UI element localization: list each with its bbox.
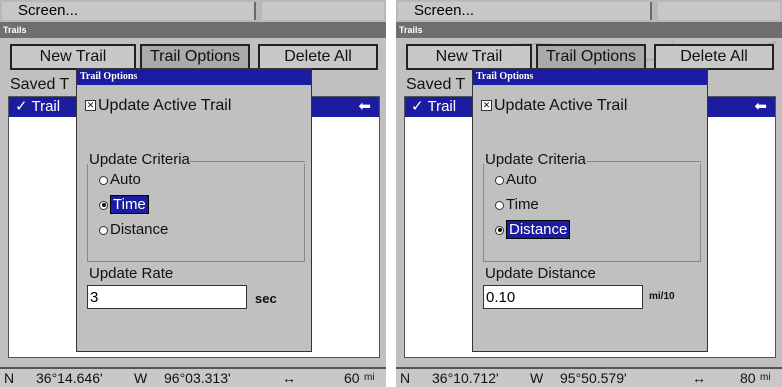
- radio-time[interactable]: Time: [495, 196, 539, 213]
- left-panel: Screen... Trails New Trail Trail Options…: [0, 0, 386, 387]
- delete-all-button[interactable]: Delete All: [258, 44, 378, 70]
- dialog-title: Trail Options: [473, 69, 707, 85]
- radio-distance-label: Distance: [110, 221, 169, 238]
- trail-options-dialog: Trail Options ✕ Update Active Trail Updat…: [76, 68, 312, 352]
- check-icon: ✓: [15, 98, 28, 115]
- update-distance-unit: mi/10: [649, 291, 675, 302]
- saved-trails-label: Saved T: [10, 76, 70, 93]
- active-arrow-icon: ⬅: [754, 98, 767, 115]
- radio-dot-icon: [99, 175, 108, 185]
- radio-time[interactable]: Time: [99, 195, 149, 214]
- screen-menu-empty: [658, 2, 780, 20]
- right-panel: Screen... Trails New Trail Trail Options…: [396, 0, 782, 387]
- lat-hemisphere: N: [4, 370, 15, 386]
- checkbox-checked-icon: ✕: [481, 100, 492, 112]
- dialog-title: Trail Options: [77, 69, 311, 85]
- latitude: 36°14.646': [36, 370, 103, 386]
- update-rate-label: Update Rate: [89, 265, 174, 282]
- update-rate-unit: sec: [255, 291, 277, 306]
- delete-all-button[interactable]: Delete All: [654, 44, 774, 70]
- radio-dot-icon: [495, 200, 504, 210]
- radio-auto-label: Auto: [110, 171, 141, 188]
- longitude: 95°50.579': [560, 370, 627, 386]
- scale-arrow-icon: ↔: [692, 370, 706, 386]
- update-active-trail-checkbox[interactable]: ✕ Update Active Trail: [85, 97, 231, 115]
- scale-value: 80: [740, 370, 756, 386]
- active-arrow-icon: ⬅: [358, 98, 371, 115]
- window-title: Trails: [0, 22, 386, 38]
- status-bar: N 36°14.646' W 96°03.313' ↔ 60 mi: [0, 367, 386, 387]
- screen-menu-tab[interactable]: Screen...: [398, 2, 652, 20]
- longitude: 96°03.313': [164, 370, 231, 386]
- saved-trails-label: Saved T: [406, 76, 466, 93]
- radio-dot-selected-icon: [495, 225, 504, 235]
- radio-time-label: Time: [506, 196, 539, 213]
- new-trail-button[interactable]: New Trail: [10, 44, 136, 70]
- scale-value: 60: [344, 370, 360, 386]
- scale-unit: mi: [760, 372, 771, 383]
- group-border-top: [575, 161, 701, 162]
- new-trail-button[interactable]: New Trail: [406, 44, 532, 70]
- radio-distance-label: Distance: [506, 220, 571, 239]
- trail-options-button[interactable]: Trail Options: [536, 44, 646, 70]
- radio-auto[interactable]: Auto: [99, 171, 141, 188]
- group-border-top: [179, 161, 305, 162]
- lat-hemisphere: N: [400, 370, 411, 386]
- radio-dot-icon: [99, 225, 108, 235]
- trail-name: Trail: [31, 98, 61, 115]
- update-active-trail-label: Update Active Trail: [494, 97, 628, 114]
- update-rate-input[interactable]: 3: [87, 285, 247, 309]
- update-active-trail-checkbox[interactable]: ✕ Update Active Trail: [481, 97, 627, 115]
- screen-menu-empty: [262, 2, 384, 20]
- update-distance-input[interactable]: 0.10: [483, 285, 643, 309]
- radio-distance[interactable]: Distance: [99, 221, 168, 238]
- trail-options-dialog: Trail Options ✕ Update Active Trail Updat…: [472, 68, 708, 352]
- update-criteria-label: Update Criteria: [89, 151, 190, 168]
- trail-options-button[interactable]: Trail Options: [140, 44, 250, 70]
- trail-name: Trail: [427, 98, 457, 115]
- scale-unit: mi: [364, 372, 375, 383]
- checkbox-checked-icon: ✕: [85, 100, 96, 112]
- check-icon: ✓: [411, 98, 424, 115]
- update-distance-label: Update Distance: [485, 265, 596, 282]
- radio-time-label: Time: [110, 195, 149, 214]
- latitude: 36°10.712': [432, 370, 499, 386]
- radio-auto[interactable]: Auto: [495, 171, 537, 188]
- screen-menu-bar: Screen...: [0, 0, 386, 22]
- update-criteria-label: Update Criteria: [485, 151, 586, 168]
- update-active-trail-label: Update Active Trail: [98, 97, 232, 114]
- radio-auto-label: Auto: [506, 171, 537, 188]
- radio-dot-icon: [495, 175, 504, 185]
- window-title: Trails: [396, 22, 782, 38]
- scale-arrow-icon: ↔: [282, 370, 296, 386]
- screen-menu-bar: Screen...: [396, 0, 782, 22]
- screen-menu-tab[interactable]: Screen...: [2, 2, 256, 20]
- radio-dot-selected-icon: [99, 200, 108, 210]
- radio-distance[interactable]: Distance: [495, 220, 571, 239]
- status-bar: N 36°10.712' W 95°50.579' ↔ 80 mi: [396, 367, 782, 387]
- lon-hemisphere: W: [134, 370, 148, 386]
- lon-hemisphere: W: [530, 370, 544, 386]
